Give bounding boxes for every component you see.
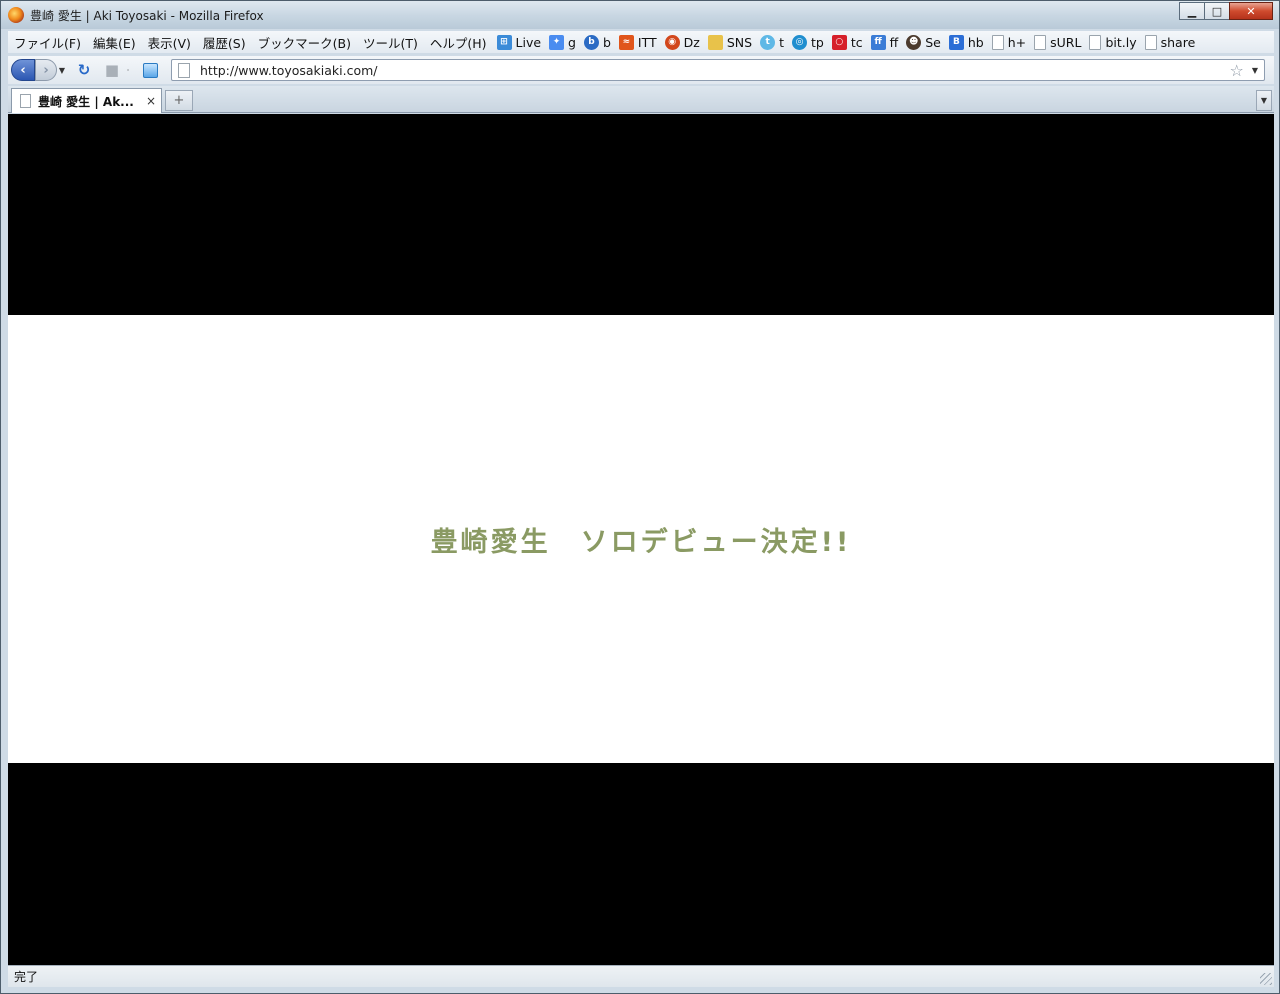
menu-view[interactable]: 表示(V)	[142, 33, 197, 52]
bookmark-hplus[interactable]: h+	[988, 34, 1030, 50]
navigation-toolbar: ‹ › ▼ ↻ ■ · ☆ ▼	[8, 56, 1274, 84]
history-dropdown-icon[interactable]: ▼	[57, 66, 67, 75]
bookmark-tc[interactable]: ○ tc	[828, 34, 867, 50]
title-bar: 豊崎 愛生 | Aki Toyosaki - Mozilla Firefox ▁…	[1, 1, 1279, 29]
back-arrow-icon: ‹	[20, 62, 26, 78]
url-bar[interactable]: ☆ ▼	[171, 59, 1265, 81]
bookmark-star-icon[interactable]: ☆	[1230, 61, 1244, 80]
resize-grip-icon[interactable]	[1260, 973, 1272, 985]
folder-icon	[707, 34, 723, 50]
home-icon	[142, 62, 158, 78]
menu-tools[interactable]: ツール(T)	[357, 33, 424, 52]
bookmark-ff[interactable]: ff ff	[867, 34, 903, 50]
window-controls: ▁ □ ✕	[1179, 2, 1273, 20]
stop-icon[interactable]: ■	[101, 59, 123, 81]
bookmark-share[interactable]: share	[1141, 34, 1200, 50]
menu-history[interactable]: 履歴(S)	[197, 33, 252, 52]
itt-icon: ≈	[618, 34, 634, 50]
tab-list-dropdown-icon[interactable]: ▼	[1256, 90, 1272, 111]
bottom-black-band	[8, 763, 1274, 965]
page-icon	[1034, 34, 1047, 50]
bookmark-t[interactable]: tt	[756, 34, 788, 50]
menu-edit[interactable]: 編集(E)	[87, 33, 142, 52]
bookmark-hb[interactable]: Bhb	[945, 34, 988, 50]
friendfeed-icon: ff	[870, 34, 886, 50]
bookmark-se[interactable]: ☻ Se	[902, 34, 945, 50]
tab-bar: 豊崎 愛生 | Ak... × + ▼	[8, 86, 1274, 113]
bookmark-tp[interactable]: ◎ tp	[788, 34, 828, 50]
page-headline: 豊崎愛生 ソロデビュー決定!!	[430, 526, 852, 558]
url-dropdown-icon[interactable]: ▼	[1252, 66, 1258, 75]
menu-help[interactable]: ヘルプ(H)	[424, 33, 493, 52]
new-tab-button[interactable]: +	[165, 90, 193, 111]
twitter-icon: t	[760, 34, 776, 50]
tab-label: 豊崎 愛生 | Ak...	[38, 94, 134, 109]
browser-window: 豊崎 愛生 | Aki Toyosaki - Mozilla Firefox ▁…	[0, 0, 1280, 994]
menu-bar: ファイル(F) 編集(E) 表示(V) 履歴(S) ブックマーク(B) ツール(…	[8, 31, 1274, 53]
se-icon: ☻	[906, 34, 922, 50]
bookmark-bitly[interactable]: bit.ly	[1085, 34, 1140, 50]
bookmark-dz[interactable]: ◉ Dz	[661, 34, 704, 50]
bookmark-b[interactable]: bb	[580, 34, 615, 50]
menu-bookmarks[interactable]: ブックマーク(B)	[252, 33, 357, 52]
site-identity-icon[interactable]	[178, 62, 190, 78]
separator-dropdown-icon: ·	[126, 65, 130, 75]
firefox-icon	[8, 7, 24, 23]
home-button[interactable]	[139, 59, 161, 81]
close-window-button[interactable]: ✕	[1229, 2, 1273, 20]
forward-button[interactable]: ›	[35, 59, 57, 81]
tab-close-icon[interactable]: ×	[143, 94, 159, 108]
bookmark-g[interactable]: ✦ g	[545, 34, 580, 50]
headline-area: 豊崎愛生 ソロデビュー決定!!	[8, 315, 1274, 763]
status-text: 完了	[14, 970, 39, 984]
page-icon	[20, 94, 31, 108]
reload-icon[interactable]: ↻	[73, 59, 95, 81]
page-icon	[991, 34, 1004, 50]
menu-file[interactable]: ファイル(F)	[8, 33, 87, 52]
bookmark-live[interactable]: ⊞ Live	[493, 34, 546, 50]
top-black-band	[8, 114, 1274, 315]
page-content: 豊崎愛生 ソロデビュー決定!!	[8, 114, 1274, 965]
page-icon	[1089, 34, 1102, 50]
bookmark-sns-folder[interactable]: SNS	[704, 34, 756, 50]
status-bar: 完了	[8, 965, 1274, 987]
page-icon	[1144, 34, 1157, 50]
bookmark-itt[interactable]: ≈ ITT	[615, 34, 661, 50]
window-title: 豊崎 愛生 | Aki Toyosaki - Mozilla Firefox	[30, 8, 264, 23]
google-icon: ✦	[549, 34, 565, 50]
tp-icon: ◎	[792, 34, 807, 50]
back-button[interactable]: ‹	[11, 59, 35, 81]
tc-icon: ○	[831, 34, 847, 50]
tab-active[interactable]: 豊崎 愛生 | Ak... ×	[11, 88, 162, 113]
windows-live-icon: ⊞	[496, 34, 512, 50]
maximize-button[interactable]: □	[1204, 2, 1230, 20]
bing-icon: b	[583, 34, 599, 50]
forward-arrow-icon: ›	[43, 62, 49, 78]
bookmark-surl[interactable]: sURL	[1030, 34, 1085, 50]
url-input[interactable]	[200, 62, 1230, 78]
minimize-button[interactable]: ▁	[1179, 2, 1205, 20]
dz-icon: ◉	[664, 34, 680, 50]
hatena-bookmark-icon: B	[948, 34, 964, 50]
